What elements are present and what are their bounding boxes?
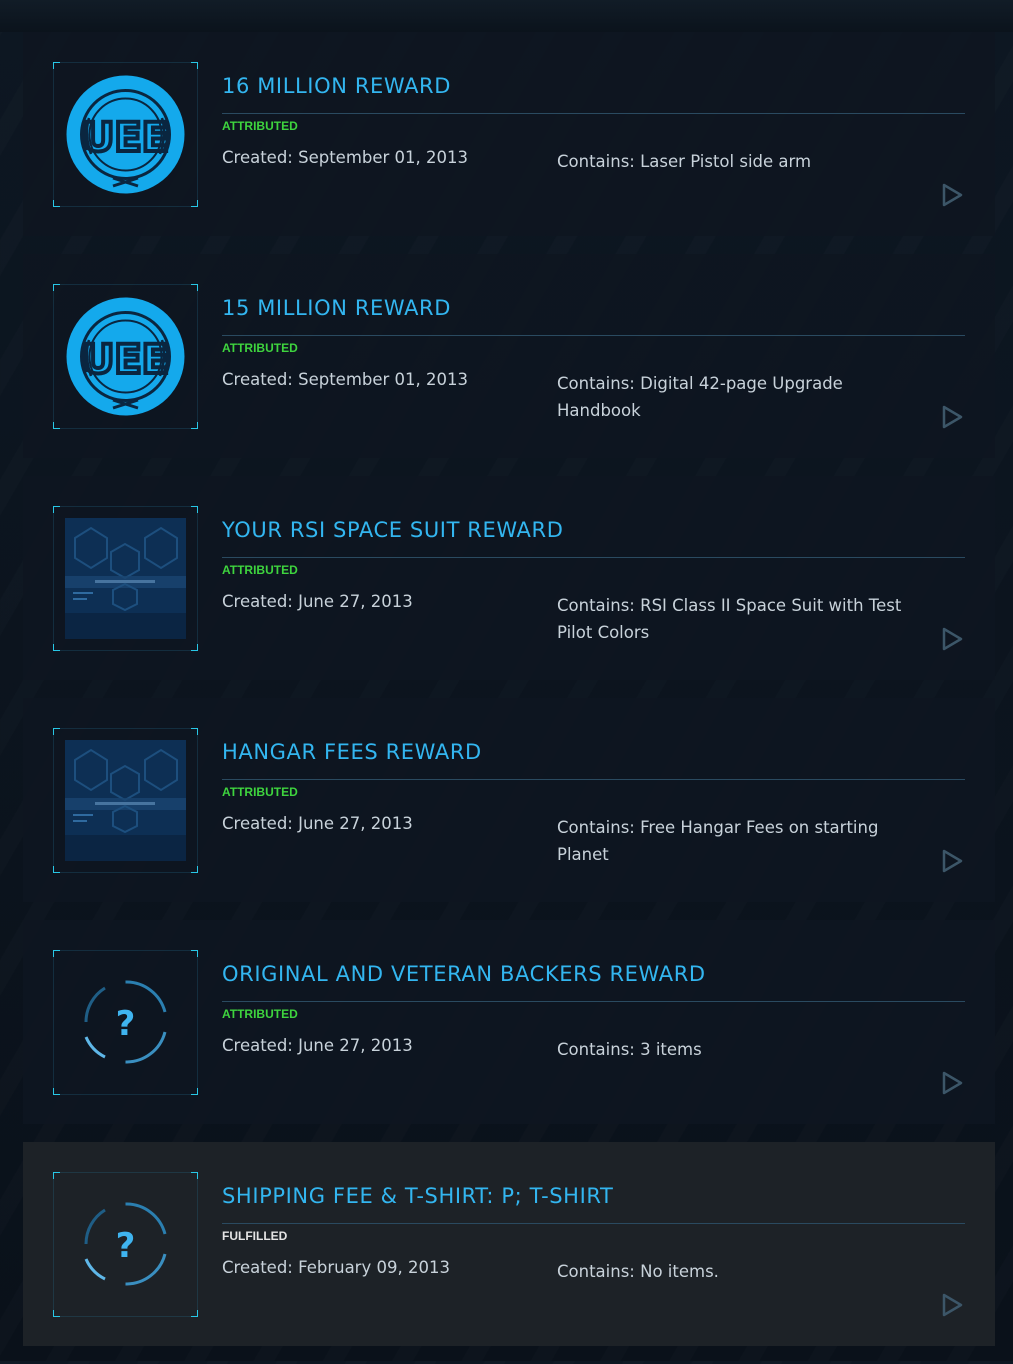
reward-thumbnail: UEE [53, 62, 198, 207]
created-label: Created: [222, 1258, 293, 1277]
unknown-item-icon: ? [65, 1184, 186, 1305]
play-triangle-icon [942, 1293, 963, 1317]
created-date: Created: September 01, 2013 [222, 370, 468, 389]
status-badge: ATTRIBUTED [222, 563, 298, 577]
created-date: Created: June 27, 2013 [222, 1036, 413, 1055]
created-date: Created: June 27, 2013 [222, 814, 413, 833]
reward-card[interactable]: UEE 16 MILLION REWARD ATTRIBUTED Created… [23, 32, 995, 236]
reward-thumbnail: UEE [53, 284, 198, 429]
expand-button[interactable] [940, 405, 964, 429]
reward-title[interactable]: ORIGINAL AND VETERAN BACKERS REWARD [222, 962, 706, 986]
created-date: Created: June 27, 2013 [222, 592, 413, 611]
status-badge: ATTRIBUTED [222, 341, 298, 355]
contains-label: Contains: [557, 818, 635, 837]
reward-thumbnail [53, 506, 198, 651]
contains-text: Contains: 3 items [557, 1036, 927, 1063]
status-badge: FULFILLED [222, 1229, 288, 1243]
status-badge: ATTRIBUTED [222, 1007, 298, 1021]
status-badge: ATTRIBUTED [222, 119, 298, 133]
reward-title[interactable]: YOUR RSI SPACE SUIT REWARD [222, 518, 564, 542]
contains-label: Contains: [557, 374, 635, 393]
reward-card[interactable]: UEE 15 MILLION REWARD ATTRIBUTED Created… [23, 254, 995, 458]
created-value: September 01, 2013 [298, 148, 469, 167]
play-triangle-icon [942, 849, 963, 873]
created-value: September 01, 2013 [298, 370, 469, 389]
created-label: Created: [222, 1036, 293, 1055]
contains-text: Contains: Digital 42-page Upgrade Handbo… [557, 370, 927, 424]
reward-thumbnail: ? [53, 950, 198, 1095]
contains-value: 3 items [640, 1040, 702, 1059]
hangar-thumbnail [65, 518, 186, 639]
created-label: Created: [222, 592, 293, 611]
divider [222, 1001, 965, 1002]
expand-button[interactable] [940, 627, 964, 651]
reward-card[interactable]: HANGAR FEES REWARD ATTRIBUTED Created: J… [23, 698, 995, 902]
hangar-thumbnail [65, 740, 186, 861]
contains-value: No items. [640, 1262, 719, 1281]
expand-button[interactable] [940, 1293, 964, 1317]
created-value: June 27, 2013 [298, 1036, 413, 1055]
contains-label: Contains: [557, 1040, 635, 1059]
created-label: Created: [222, 370, 293, 389]
divider [222, 779, 965, 780]
divider [222, 113, 965, 114]
reward-title[interactable]: SHIPPING FEE & T-SHIRT: P; T-SHIRT [222, 1184, 613, 1208]
contains-text: Contains: No items. [557, 1258, 927, 1285]
created-label: Created: [222, 814, 293, 833]
rewards-list: UEE 16 MILLION REWARD ATTRIBUTED Created… [23, 32, 995, 1364]
created-value: February 09, 2013 [298, 1258, 450, 1277]
divider [222, 335, 965, 336]
play-triangle-icon [942, 405, 963, 429]
play-triangle-icon [942, 1071, 963, 1095]
header-band [0, 0, 1013, 32]
reward-title[interactable]: 15 MILLION REWARD [222, 296, 451, 320]
play-triangle-icon [942, 183, 963, 207]
svg-text:?: ? [116, 1004, 136, 1044]
contains-label: Contains: [557, 152, 635, 171]
reward-card[interactable]: ? ORIGINAL AND VETERAN BACKERS REWARD AT… [23, 920, 995, 1124]
created-value: June 27, 2013 [298, 814, 413, 833]
contains-text: Contains: RSI Class II Space Suit with T… [557, 592, 927, 646]
expand-button[interactable] [940, 183, 964, 207]
reward-title[interactable]: 16 MILLION REWARD [222, 74, 451, 98]
uee-emblem-icon: UEE [65, 296, 186, 417]
created-date: Created: September 01, 2013 [222, 148, 468, 167]
svg-text:UEE: UEE [82, 115, 169, 161]
expand-button[interactable] [940, 1071, 964, 1095]
divider [222, 557, 965, 558]
created-date: Created: February 09, 2013 [222, 1258, 450, 1277]
svg-text:?: ? [116, 1226, 136, 1266]
reward-thumbnail: ? [53, 1172, 198, 1317]
contains-label: Contains: [557, 596, 635, 615]
status-badge: ATTRIBUTED [222, 785, 298, 799]
contains-value: Laser Pistol side arm [640, 152, 812, 171]
play-triangle-icon [942, 627, 963, 651]
unknown-item-icon: ? [65, 962, 186, 1083]
reward-title[interactable]: HANGAR FEES REWARD [222, 740, 482, 764]
created-value: June 27, 2013 [298, 592, 413, 611]
divider [222, 1223, 965, 1224]
contains-label: Contains: [557, 1262, 635, 1281]
expand-button[interactable] [940, 849, 964, 873]
uee-emblem-icon: UEE [65, 74, 186, 195]
contains-text: Contains: Laser Pistol side arm [557, 148, 927, 175]
svg-text:UEE: UEE [82, 337, 169, 383]
reward-card[interactable]: ? SHIPPING FEE & T-SHIRT: P; T-SHIRT FUL… [23, 1142, 995, 1346]
reward-thumbnail [53, 728, 198, 873]
contains-text: Contains: Free Hangar Fees on starting P… [557, 814, 927, 868]
reward-card[interactable]: YOUR RSI SPACE SUIT REWARD ATTRIBUTED Cr… [23, 476, 995, 680]
created-label: Created: [222, 148, 293, 167]
